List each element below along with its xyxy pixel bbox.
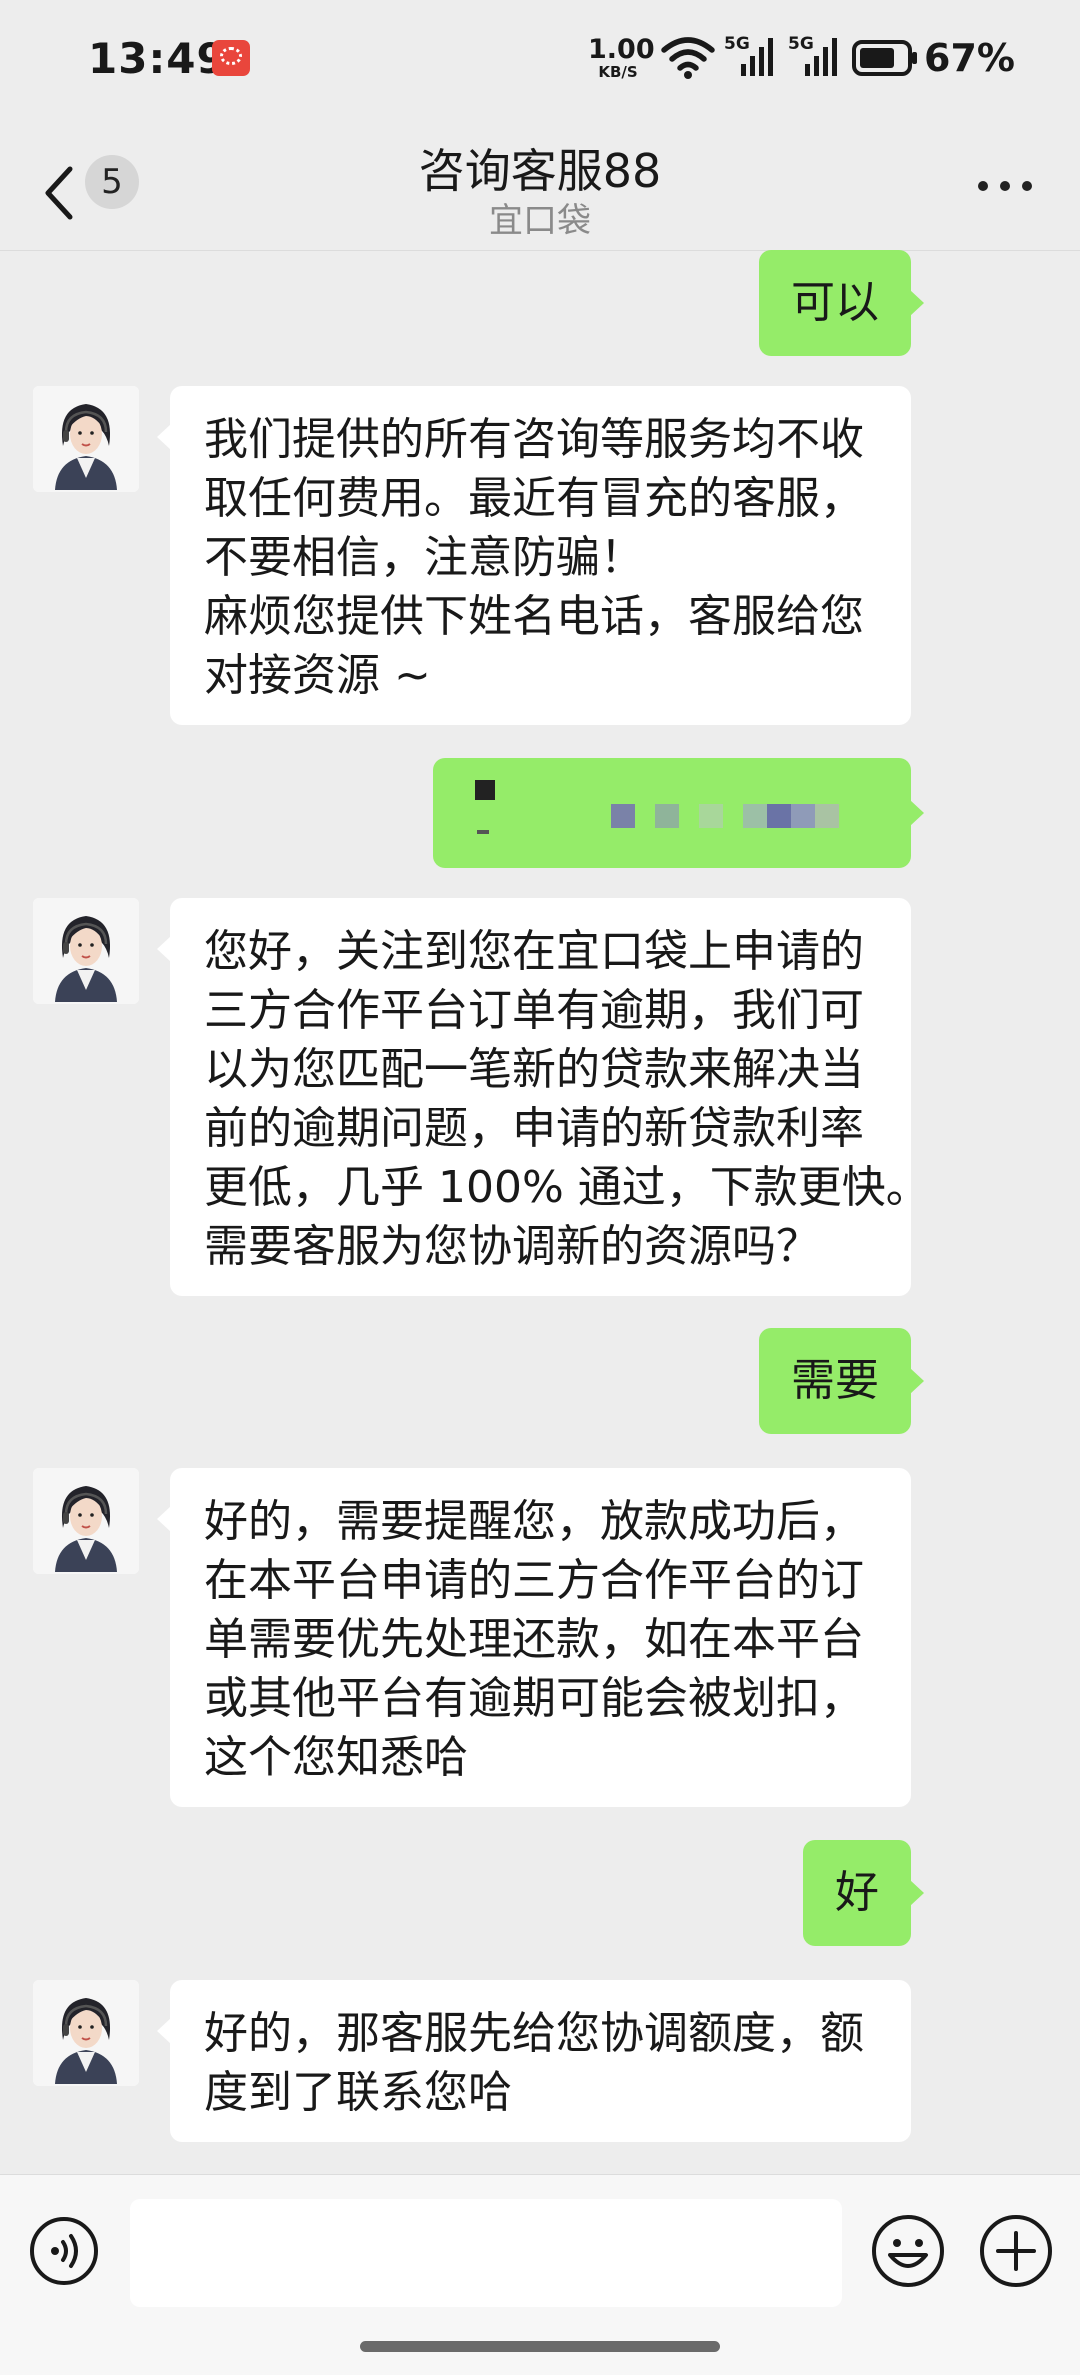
message-line: 度到了联系您哈	[204, 2067, 512, 2118]
network-speed: 1.00 KB/S	[588, 34, 655, 81]
signal-icon	[741, 38, 773, 76]
agent-message-bubble[interactable]: 我们提供的所有咨询等服务均不收 取任何费用。最近有冒充的客服， 不要相信，注意防…	[157, 386, 911, 725]
agent-avatar[interactable]	[33, 386, 139, 492]
home-indicator[interactable]	[360, 2341, 720, 2352]
chat-header: 5 咨询客服88 宜口袋	[0, 125, 1080, 251]
message-line: 或其他平台有逾期可能会被划扣，	[204, 1673, 864, 1724]
message-list[interactable]: 可以 我们提供的所有咨询等服务均不收 取任何费用。最近有冒充的客服， 不要相信，…	[0, 250, 1080, 2174]
message-line: 我们提供的所有咨询等服务均不收	[204, 414, 864, 465]
message-input[interactable]	[130, 2199, 842, 2307]
message-line: 麻烦您提供下姓名电话，客服给您	[204, 591, 864, 642]
status-bar: 13:49 1.00 KB/S 5G 5G 67%	[0, 0, 1080, 125]
battery-icon	[852, 40, 917, 76]
message-line: 您好，关注到您在宜口袋上申请的	[204, 926, 864, 977]
message-line: 需要客服为您协调新的资源吗？	[204, 1221, 820, 1272]
signal-icon	[805, 38, 837, 76]
message-line: 更低，几乎 100% 通过，下款更快。	[204, 1162, 930, 1213]
chat-subtitle: 宜口袋	[489, 201, 591, 241]
more-icon[interactable]	[978, 181, 1032, 195]
agent-avatar[interactable]	[33, 1980, 139, 2086]
message-line: 这个您知悉哈	[204, 1732, 468, 1783]
message-line: 好的，那客服先给您协调额度，额	[204, 2008, 864, 2059]
message-line: 对接资源 ~	[204, 650, 431, 701]
agent-avatar[interactable]	[33, 898, 139, 1004]
agent-avatar[interactable]	[33, 1468, 139, 1574]
message-line: 单需要优先处理还款，如在本平台	[204, 1614, 864, 1665]
agent-message-bubble[interactable]: 好的，需要提醒您，放款成功后， 在本平台申请的三方合作平台的订 单需要优先处理还…	[157, 1468, 911, 1807]
wifi-icon	[661, 37, 715, 79]
my-message-bubble-redacted[interactable]	[433, 758, 924, 868]
my-message-bubble[interactable]: 好	[803, 1840, 924, 1946]
message-line: 前的逾期问题，申请的新贷款利率	[204, 1103, 864, 1154]
agent-message-bubble[interactable]: 您好，关注到您在宜口袋上申请的 三方合作平台订单有逾期，我们可 以为您匹配一笔新…	[157, 898, 930, 1296]
message-line: 取任何费用。最近有冒充的客服，	[204, 473, 864, 524]
agent-message-bubble[interactable]: 好的，那客服先给您协调额度，额 度到了联系您哈	[157, 1980, 911, 2142]
status-time: 13:49	[88, 34, 227, 83]
emoji-icon[interactable]	[870, 2213, 946, 2289]
plus-icon[interactable]	[978, 2213, 1054, 2289]
message-line: 以为您匹配一笔新的贷款来解决当	[204, 1044, 864, 1095]
network-speed-value: 1.00	[588, 34, 655, 65]
app-notification-icon	[212, 40, 250, 76]
my-message-bubble[interactable]: 可以	[759, 250, 924, 356]
message-line: 不要相信，注意防骗！	[204, 532, 644, 583]
voice-icon[interactable]	[28, 2215, 100, 2287]
chat-title: 咨询客服88	[418, 144, 662, 198]
message-line: 在本平台申请的三方合作平台的订	[204, 1555, 864, 1606]
message-line: 好的，需要提醒您，放款成功后，	[204, 1496, 864, 1547]
battery-percent: 67%	[924, 36, 1015, 80]
network-speed-unit: KB/S	[598, 63, 638, 81]
message-line: 三方合作平台订单有逾期，我们可	[204, 985, 864, 1036]
my-message-bubble[interactable]: 需要	[759, 1328, 924, 1434]
